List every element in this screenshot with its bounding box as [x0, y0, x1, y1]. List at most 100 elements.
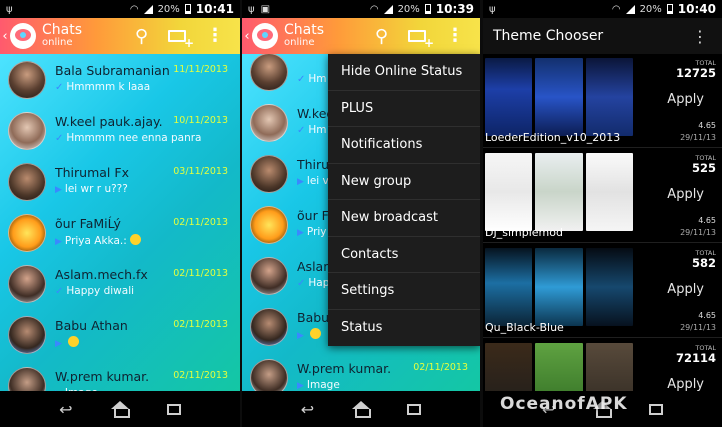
chat-row[interactable]: õur FaMiĹý 02/11/2013 ▶ Priya Akka.: — [0, 207, 240, 258]
chat-list[interactable]: Bala Subramanian 11/11/2013 ✓ Hmmmm k laaa W… — [0, 54, 240, 391]
chat-message-text: Hap — [308, 277, 330, 289]
theme-preview — [535, 58, 583, 136]
usb-icon: ψ — [489, 3, 496, 15]
avatar[interactable] — [250, 155, 288, 193]
chat-message-text: Hmmmm nee enna panra — [66, 132, 202, 144]
search-icon[interactable]: ⚲ — [375, 26, 388, 47]
back-icon[interactable]: ↩ — [59, 400, 72, 419]
status-bar: ψ ◠ 20% 10:41 — [0, 0, 240, 18]
delivered-tick-icon: ✓ — [55, 286, 64, 297]
avatar[interactable] — [250, 359, 288, 391]
theme-preview — [485, 58, 533, 136]
search-icon[interactable]: ⚲ — [135, 26, 148, 47]
avatar[interactable] — [8, 316, 46, 354]
apply-button[interactable]: Apply — [667, 282, 704, 297]
page-title: Chats — [284, 22, 325, 39]
avatar[interactable] — [8, 61, 46, 99]
chat-row[interactable]: W.prem kumar.02/11/2013▶Image — [242, 352, 480, 391]
menu-item[interactable]: Hide Online Status — [328, 54, 480, 91]
wifi-icon: ◠ — [369, 3, 379, 15]
app-logo-icon[interactable] — [10, 23, 36, 49]
theme-list[interactable]: TOTAL 12725 Apply 4.65 29/11/13 LoederEdition… — [483, 54, 722, 391]
chat-name: Bala Subramanian — [55, 63, 170, 78]
chat-row[interactable]: W.keel pauk.ajay. 10/11/2013 ✓ Hmmmm nee en… — [0, 105, 240, 156]
chat-row[interactable]: W.prem kumar.02/11/2013▶Image — [0, 360, 240, 391]
chat-last-message: ▶ lei v — [297, 175, 329, 187]
avatar[interactable] — [8, 163, 46, 201]
new-chat-icon[interactable] — [168, 30, 194, 50]
phone-chats: ψ ◠ 20% 10:41 ‹ Chats online ⚲ ⋮ Bala Su… — [0, 0, 240, 427]
avatar[interactable] — [8, 214, 46, 252]
chat-row[interactable]: Bala Subramanian 11/11/2013 ✓ Hmmmm k laaa — [0, 54, 240, 105]
wifi-icon: ◠ — [129, 3, 139, 15]
chat-last-message: ✓ Hm — [297, 73, 327, 85]
overflow-menu-icon[interactable]: ⋮ — [446, 27, 464, 45]
avatar[interactable] — [250, 206, 288, 244]
chat-name: Aslan — [297, 259, 332, 274]
avatar[interactable] — [8, 367, 46, 391]
status-bar: ψ ◠ 20% 10:40 — [483, 0, 722, 18]
menu-item[interactable]: Notifications — [328, 127, 480, 164]
menu-item[interactable]: New broadcast — [328, 200, 480, 237]
menu-item[interactable]: Settings — [328, 273, 480, 310]
back-arrow-icon[interactable]: ‹ — [1, 29, 9, 44]
apply-button[interactable]: Apply — [667, 377, 704, 391]
smiley-icon — [68, 336, 80, 347]
recent-apps-icon[interactable] — [649, 403, 664, 415]
recent-apps-icon[interactable] — [407, 403, 422, 415]
chat-row[interactable]: Aslam.mech.fx 02/11/2013 ✓ Happy diwali — [0, 258, 240, 309]
menu-item[interactable]: Contacts — [328, 237, 480, 273]
recent-apps-icon[interactable] — [166, 403, 181, 415]
back-arrow-icon[interactable]: ‹ — [243, 29, 251, 44]
overflow-menu-icon[interactable]: ⋮ — [692, 27, 708, 46]
avatar[interactable] — [8, 112, 46, 150]
theme-item[interactable]: TOTAL 72114 Apply — [483, 339, 722, 391]
back-icon[interactable]: ↩ — [301, 400, 314, 419]
theme-preview — [535, 343, 583, 391]
avatar[interactable] — [8, 265, 46, 303]
home-icon[interactable] — [110, 401, 130, 418]
chat-row[interactable]: Thirumal Fx 03/11/2013 ▶ lei wr r u??? — [0, 156, 240, 207]
theme-preview — [585, 58, 633, 136]
avatar[interactable] — [250, 308, 288, 346]
avatar[interactable] — [250, 257, 288, 295]
home-icon[interactable] — [351, 401, 371, 418]
chat-row[interactable]: Babu Athan 02/11/2013 ▶ — [0, 309, 240, 360]
chat-name: W.prem kumar. — [55, 369, 150, 384]
theme-preview — [585, 343, 633, 391]
theme-item[interactable]: TOTAL 525 Apply 4.65 29/11/13 DJ_simplemod — [483, 149, 722, 243]
menu-item[interactable]: New group — [328, 164, 480, 200]
chat-last-message: ▶ — [55, 336, 80, 349]
theme-rating: 4.65 — [698, 121, 716, 130]
app-logo-icon[interactable] — [252, 23, 278, 49]
theme-item[interactable]: TOTAL 582 Apply 4.65 29/11/13 Qu_Black-Blue — [483, 244, 722, 338]
chat-last-message: ✓ Hm — [297, 124, 327, 136]
delivered-tick-icon: ✓ — [55, 133, 64, 144]
page-title: Chats — [42, 22, 83, 39]
battery-percent: 20% — [157, 3, 180, 15]
total-downloads: 525 — [691, 161, 716, 175]
chat-name: Thiru — [297, 157, 330, 172]
apply-button[interactable]: Apply — [667, 187, 704, 202]
theme-date: 29/11/13 — [680, 133, 716, 142]
menu-item[interactable]: Status — [328, 310, 480, 347]
overflow-menu-icon[interactable]: ⋮ — [206, 27, 224, 45]
chat-message-text: lei v — [306, 175, 329, 187]
theme-name: LoederEdition_v10_2013 — [485, 131, 621, 144]
apply-button[interactable]: Apply — [667, 92, 704, 107]
theme-item[interactable]: TOTAL 12725 Apply 4.65 29/11/13 LoederEdition… — [483, 54, 722, 148]
chat-last-message: ✓ Hmmmm nee enna panra — [55, 132, 202, 144]
theme-previews — [485, 58, 633, 136]
total-downloads: 582 — [691, 256, 716, 270]
sent-arrow-icon: ▶ — [55, 237, 62, 247]
signal-icon — [383, 4, 393, 14]
menu-item[interactable]: PLUS — [328, 91, 480, 127]
overflow-menu: Hide Online Status PLUS Notifications New g… — [328, 54, 480, 346]
new-chat-icon[interactable] — [408, 30, 434, 50]
chat-message-text: lei wr r u??? — [64, 183, 128, 195]
avatar[interactable] — [250, 104, 288, 142]
watermark: OceanofAPK — [500, 394, 628, 414]
chat-name: Babu — [297, 310, 330, 325]
chat-message-text: Priya Akka.: — [64, 235, 127, 247]
avatar[interactable] — [250, 54, 288, 91]
